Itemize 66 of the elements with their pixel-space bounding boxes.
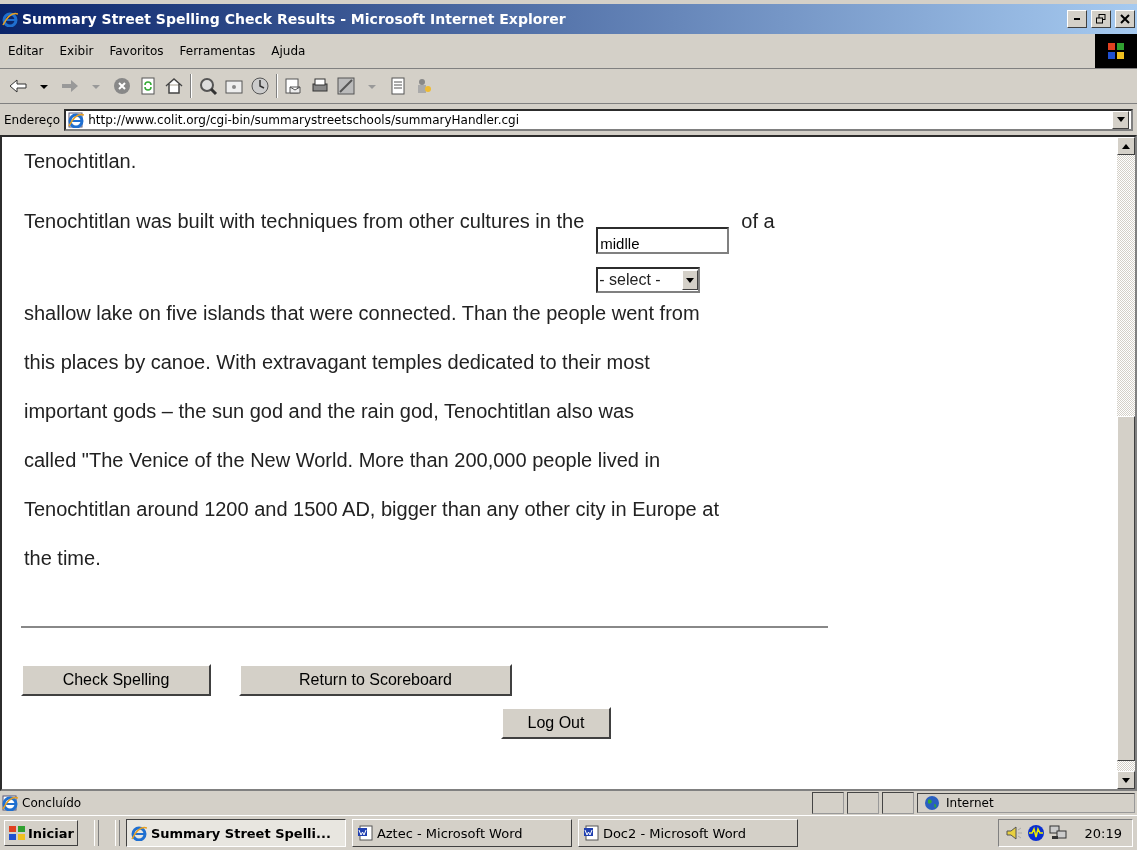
edit-icon[interactable]: [336, 76, 356, 96]
dropdown-button[interactable]: [1112, 110, 1129, 129]
menu-item[interactable]: Editar: [0, 44, 52, 58]
menu-item[interactable]: Favoritos: [101, 44, 172, 58]
taskbar-button[interactable]: Summary Street Spelli...: [125, 819, 346, 847]
suggestion-select[interactable]: - select -: [596, 267, 701, 293]
browser-icon: [130, 825, 147, 841]
word-field[interactable]: midlle: [596, 227, 730, 254]
wave-badge-icon[interactable]: [1026, 824, 1045, 842]
page-icon: [68, 111, 85, 128]
essay-text: this places by canoe. With extravagant temples dedicated to their most: [24, 350, 651, 375]
page-icon: [2, 795, 18, 811]
essay-text: the time.: [24, 546, 102, 571]
status-pane: [812, 792, 844, 814]
status-pane: [847, 792, 879, 814]
caret-icon: [686, 277, 695, 283]
menu-item[interactable]: Exibir: [51, 44, 102, 58]
back-icon[interactable]: [8, 76, 28, 96]
network-icon[interactable]: [1048, 824, 1067, 842]
essay-text: Tenochtitlan was built with techniques from other cultures in the: [24, 209, 585, 234]
caret-icon: [1116, 117, 1125, 122]
security-zone: Internet: [946, 796, 994, 810]
document-icon: [582, 825, 599, 841]
essay-text: called "The Venice of the New World. More than 200,000 people lived in: [24, 448, 661, 473]
scrollbar[interactable]: [1117, 137, 1135, 789]
essay-text: Tenochtitlan around 1200 and 1500 AD, bigger than any other city in Europe at: [24, 497, 720, 522]
essay-text: Tenochtitlan.: [24, 149, 138, 174]
address-url: http://www.colit.org/cgi-bin/summarystreetschools/summaryHandler.cgi: [88, 112, 521, 127]
minimize-button[interactable]: [1067, 10, 1087, 28]
essay-text: shallow lake on five islands that were connected. Than the people went from: [24, 301, 701, 326]
scoreboard-button[interactable]: Return to Scoreboard: [239, 664, 512, 696]
mail-icon[interactable]: [284, 76, 304, 96]
minimize-icon: [1074, 18, 1080, 20]
address-label: Endereço: [4, 112, 61, 127]
scroll-up-icon: [1122, 143, 1130, 149]
menu-item[interactable]: Ajuda: [263, 44, 314, 58]
close-button[interactable]: [1115, 10, 1135, 28]
menu-item[interactable]: Ferramentas: [171, 44, 264, 58]
start-button[interactable]: Iniciar: [4, 820, 78, 846]
essay-text: of a: [741, 209, 775, 234]
taskbar-button[interactable]: Aztec - Microsoft Word: [351, 819, 572, 847]
address-field[interactable]: http://www.colit.org/cgi-bin/summarystreetschools/summaryHandler.cgi: [64, 108, 1133, 131]
restore-button[interactable]: [1091, 10, 1111, 28]
search-icon[interactable]: [198, 76, 218, 96]
history-icon[interactable]: [250, 76, 270, 96]
stop-icon[interactable]: [112, 76, 132, 96]
globe-icon: [924, 795, 940, 811]
clock: 20:19: [1084, 825, 1122, 841]
document-icon: [356, 825, 373, 841]
close-icon: [1120, 14, 1130, 24]
window-flag-icon: [1106, 41, 1126, 61]
logout-button[interactable]: Log Out: [501, 707, 611, 739]
refresh-icon[interactable]: [138, 76, 158, 96]
status-text: Concluído: [22, 796, 82, 810]
scroll-down-icon: [1122, 777, 1130, 783]
restore-icon: [1096, 14, 1106, 24]
status-pane: [882, 792, 914, 814]
window-title: Summary Street Spelling Check Results - Microsoft Internet Explorer: [22, 11, 567, 27]
document-icon[interactable]: [388, 76, 408, 96]
scroll-thumb[interactable]: [1117, 416, 1135, 761]
home-icon[interactable]: [164, 76, 184, 96]
browser-icon: [2, 11, 18, 27]
check-spelling-button[interactable]: Check Spelling: [21, 664, 211, 696]
essay-text: important gods – the sun god and the rain god, Tenochtitlan also was: [24, 399, 636, 424]
windows-flag-icon: [8, 825, 26, 841]
taskbar-button[interactable]: Doc2 - Microsoft Word: [577, 819, 798, 847]
